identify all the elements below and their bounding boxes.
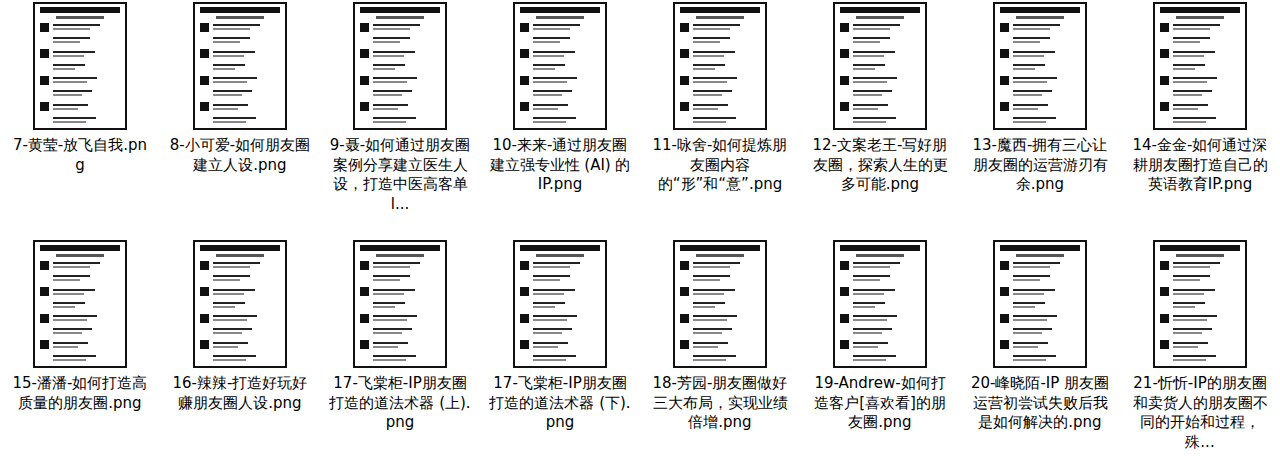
file-thumbnail[interactable]: [353, 2, 447, 130]
file-item[interactable]: 9-聂-如何通过朋友圈案例分享建立医生人设，打造中医高客单l...: [320, 0, 480, 238]
file-item[interactable]: 8-小可爱-如何朋友圈建立人设.png: [160, 0, 320, 238]
file-thumbnail[interactable]: [353, 240, 447, 368]
file-item[interactable]: 15-潘潘-如何打造高质量的朋友圈.png: [0, 238, 160, 470]
file-name[interactable]: 19-Andrew-如何打造客户[喜欢看]的朋友圈.png: [809, 374, 951, 433]
file-item[interactable]: 16-辣辣-打造好玩好赚朋友圈人设.png: [160, 238, 320, 470]
file-name[interactable]: 13-魔西-拥有三心让朋友圈的运营游刃有余.png: [969, 136, 1111, 195]
file-item[interactable]: 20-峰晓陌-IP 朋友圈运营初尝试失败后我是如何解决的.png: [960, 238, 1120, 470]
file-thumbnail[interactable]: [673, 2, 767, 130]
file-name[interactable]: 7-黄莹-放飞自我.png: [9, 136, 151, 175]
file-thumbnail[interactable]: [33, 240, 127, 368]
file-thumbnail[interactable]: [673, 240, 767, 368]
file-name[interactable]: 21-忻忻-IP的朋友圈和卖货人的朋友圈不同的开始和过程，殊...: [1129, 374, 1271, 452]
file-thumbnail[interactable]: [193, 2, 287, 130]
file-thumbnail[interactable]: [513, 2, 607, 130]
file-item[interactable]: 14-金金-如何通过深耕朋友圈打造自己的英语教育IP.png: [1120, 0, 1280, 238]
file-thumbnail[interactable]: [1153, 240, 1247, 368]
file-thumbnail[interactable]: [993, 240, 1087, 368]
file-name[interactable]: 10-来来-通过朋友圈建立强专业性 (AI) 的IP.png: [489, 136, 631, 195]
file-item[interactable]: 7-黄莹-放飞自我.png: [0, 0, 160, 238]
file-thumbnail[interactable]: [1153, 2, 1247, 130]
file-item[interactable]: 17-飞棠柜-IP朋友圈打造的道法术器 (下).png: [480, 238, 640, 470]
file-thumbnail[interactable]: [833, 240, 927, 368]
file-grid: 7-黄莹-放飞自我.png 8-小可爱-如何朋友圈建立人设.png 9-聂-如何通过…: [0, 0, 1280, 470]
file-thumbnail[interactable]: [833, 2, 927, 130]
file-name[interactable]: 11-咏舍-如何提炼朋友圈内容的“形”和“意”.png: [649, 136, 791, 195]
file-item[interactable]: 21-忻忻-IP的朋友圈和卖货人的朋友圈不同的开始和过程，殊...: [1120, 238, 1280, 470]
file-name[interactable]: 14-金金-如何通过深耕朋友圈打造自己的英语教育IP.png: [1129, 136, 1271, 195]
file-item[interactable]: 10-来来-通过朋友圈建立强专业性 (AI) 的IP.png: [480, 0, 640, 238]
file-name[interactable]: 15-潘潘-如何打造高质量的朋友圈.png: [9, 374, 151, 413]
file-name[interactable]: 20-峰晓陌-IP 朋友圈运营初尝试失败后我是如何解决的.png: [969, 374, 1111, 433]
file-thumbnail[interactable]: [193, 240, 287, 368]
file-name[interactable]: 9-聂-如何通过朋友圈案例分享建立医生人设，打造中医高客单l...: [329, 136, 471, 214]
file-thumbnail[interactable]: [993, 2, 1087, 130]
file-name[interactable]: 17-飞棠柜-IP朋友圈打造的道法术器 (下).png: [489, 374, 631, 433]
file-item[interactable]: 12-文案老王-写好朋友圈，探索人生的更多可能.png: [800, 0, 960, 238]
file-item[interactable]: 11-咏舍-如何提炼朋友圈内容的“形”和“意”.png: [640, 0, 800, 238]
file-thumbnail[interactable]: [513, 240, 607, 368]
file-item[interactable]: 13-魔西-拥有三心让朋友圈的运营游刃有余.png: [960, 0, 1120, 238]
file-thumbnail[interactable]: [33, 2, 127, 130]
file-item[interactable]: 19-Andrew-如何打造客户[喜欢看]的朋友圈.png: [800, 238, 960, 470]
file-name[interactable]: 17-飞棠柜-IP朋友圈打造的道法术器 (上).png: [329, 374, 471, 433]
file-item[interactable]: 17-飞棠柜-IP朋友圈打造的道法术器 (上).png: [320, 238, 480, 470]
file-name[interactable]: 18-芳园-朋友圈做好三大布局，实现业绩倍增.png: [649, 374, 791, 433]
file-name[interactable]: 12-文案老王-写好朋友圈，探索人生的更多可能.png: [809, 136, 951, 195]
file-name[interactable]: 8-小可爱-如何朋友圈建立人设.png: [169, 136, 311, 175]
file-name[interactable]: 16-辣辣-打造好玩好赚朋友圈人设.png: [169, 374, 311, 413]
file-item[interactable]: 18-芳园-朋友圈做好三大布局，实现业绩倍增.png: [640, 238, 800, 470]
